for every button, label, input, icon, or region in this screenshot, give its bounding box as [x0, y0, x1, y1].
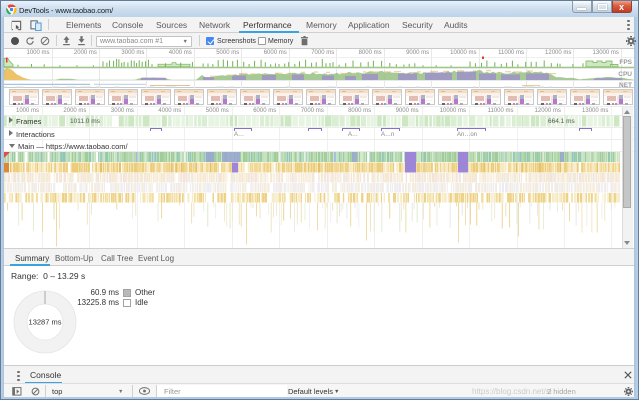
svg-text:13287 ms: 13287 ms: [29, 318, 62, 327]
